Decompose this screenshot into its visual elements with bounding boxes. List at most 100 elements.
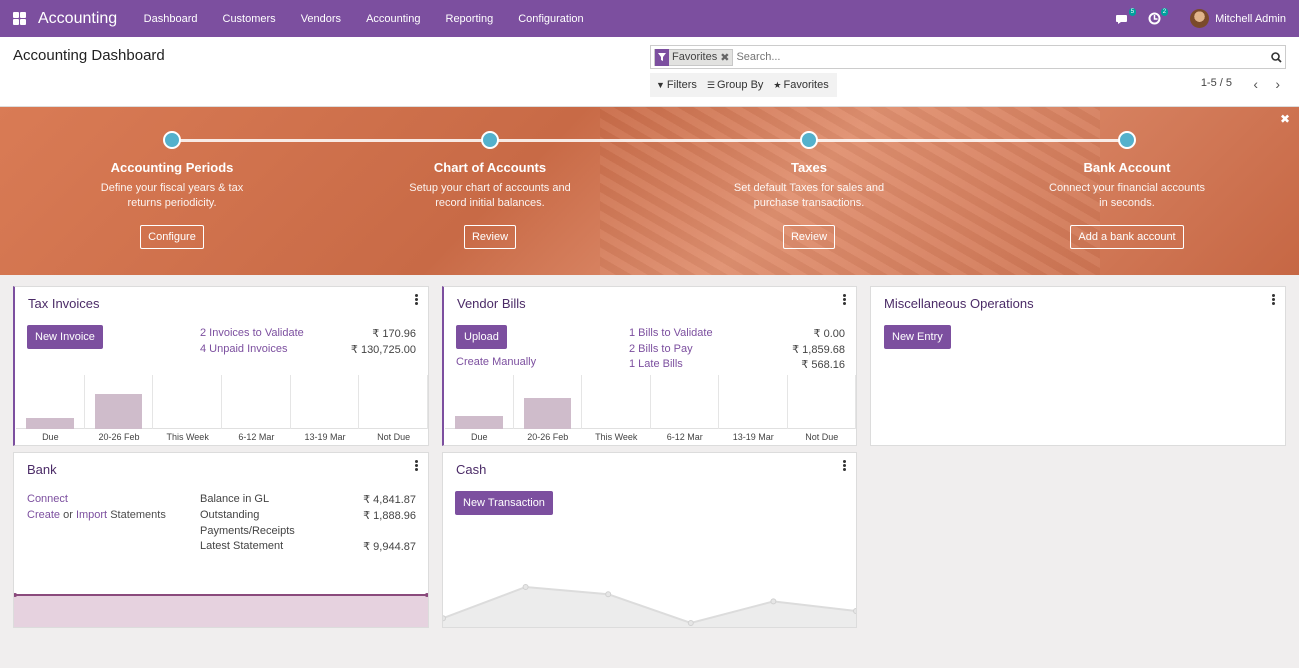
messages-icon[interactable]: 5 — [1114, 7, 1137, 27]
chart-bar[interactable] — [26, 418, 74, 429]
import-link[interactable]: Import — [76, 509, 107, 521]
kebab-menu-icon[interactable] — [415, 460, 419, 471]
menu-dashboard[interactable]: Dashboard — [144, 13, 198, 25]
favorites-button[interactable]: ★ Favorites — [773, 79, 828, 91]
chart-bar[interactable] — [455, 415, 503, 429]
user-avatar[interactable] — [1190, 9, 1210, 28]
stat-value: ₹ 130,725.00 — [350, 344, 416, 356]
control-panel: Accounting Dashboard Favorites ✖ ▼Filter… — [0, 37, 1299, 107]
groupby-button[interactable]: ☰ Group By — [707, 79, 764, 91]
stat-value: ₹ 1,888.96 — [363, 510, 416, 522]
close-icon[interactable]: ✖ — [1280, 112, 1290, 126]
kebab-menu-icon[interactable] — [843, 294, 847, 305]
onboarding-progress-line — [172, 139, 1127, 142]
star-icon: ★ — [773, 79, 782, 90]
outstanding-row: Outstanding ₹ 1,888.96 — [200, 509, 416, 522]
menu-vendors[interactable]: Vendors — [301, 13, 341, 25]
cash-point[interactable] — [522, 584, 529, 590]
latest-statement-row: Latest Statement ₹ 9,944.87 — [200, 540, 416, 553]
stat-label[interactable]: 4 Unpaid Invoices — [200, 343, 287, 356]
chart-bar[interactable] — [523, 398, 571, 429]
step-description: Setup your chart of accounts and record … — [409, 182, 571, 209]
search-facet: Favorites ✖ — [654, 48, 734, 66]
bills-bar-chart[interactable]: Due 20-26 Feb This Week 6-12 Mar 13-19 Mar No… — [445, 375, 856, 445]
review-coa-button[interactable]: Review — [463, 225, 517, 249]
stat-label: Balance in GL — [200, 493, 270, 505]
create-link[interactable]: Create — [27, 509, 60, 521]
chart-column — [85, 375, 154, 429]
search-input[interactable] — [736, 51, 1267, 63]
user-name[interactable]: Mitchell Admin — [1215, 13, 1286, 25]
step-chart-of-accounts: Chart of Accounts Setup your chart of ac… — [390, 131, 590, 249]
card-title[interactable]: Miscellaneous Operations — [884, 296, 1034, 311]
chart-tick-label: 6-12 Mar — [666, 432, 703, 442]
invoices-bar-chart[interactable]: Due 20-26 Feb This Week 6-12 Mar 13-19 Mar No… — [16, 375, 428, 445]
chart-tick-label: This Week — [595, 432, 638, 442]
step-description: Define your fiscal years & tax returns p… — [100, 182, 244, 209]
cash-line-chart[interactable] — [443, 567, 856, 627]
activities-icon[interactable]: 2 — [1146, 7, 1169, 27]
apps-menu-icon[interactable] — [13, 12, 26, 25]
favorites-label: Favorites — [783, 79, 829, 91]
bank-card: Bank Connect Create or Import Statements… — [13, 452, 429, 628]
step-taxes: Taxes Set default Taxes for sales and pu… — [709, 131, 909, 249]
cash-point[interactable] — [687, 620, 694, 626]
chart-column — [514, 375, 582, 429]
chart-column — [445, 375, 514, 429]
menu-reporting[interactable]: Reporting — [446, 13, 494, 25]
facet-remove-icon[interactable]: ✖ — [720, 51, 732, 64]
cash-point[interactable] — [605, 591, 612, 598]
cash-point[interactable] — [770, 598, 777, 605]
add-bank-account-button[interactable]: Add a bank account — [1070, 225, 1184, 249]
cash-point[interactable] — [443, 615, 446, 622]
app-name[interactable]: Accounting — [38, 10, 117, 28]
new-transaction-button[interactable]: New Transaction — [455, 491, 553, 515]
stat-label: Latest Statement — [200, 540, 284, 552]
chart-column — [153, 375, 222, 429]
new-invoice-button[interactable]: New Invoice — [27, 325, 103, 349]
search-icon[interactable] — [1267, 51, 1285, 63]
main-menu: Dashboard Customers Vendors Accounting R… — [131, 13, 596, 25]
kebab-menu-icon[interactable] — [1272, 294, 1276, 305]
card-title[interactable]: Vendor Bills — [457, 296, 526, 311]
step-dot — [163, 131, 181, 149]
step-accounting-periods: Accounting Periods Define your fiscal ye… — [72, 131, 272, 249]
payments-receipts-row: Payments/Receipts — [200, 525, 416, 537]
bank-line-chart[interactable] — [14, 591, 428, 627]
new-entry-button[interactable]: New Entry — [884, 325, 951, 349]
step-description: Connect your financial accounts in secon… — [1049, 182, 1205, 209]
step-title: Chart of Accounts — [433, 160, 547, 175]
chart-tick-label: Due — [42, 432, 59, 442]
filters-button[interactable]: ▼ Filters — [656, 79, 697, 91]
upload-button[interactable]: Upload — [456, 325, 507, 349]
stat-label[interactable]: 2 Bills to Pay — [629, 343, 693, 356]
menu-accounting[interactable]: Accounting — [366, 13, 420, 25]
chart-column — [16, 375, 85, 429]
card-title[interactable]: Bank — [27, 462, 57, 477]
step-dot — [481, 131, 499, 149]
activities-count: 2 — [1160, 7, 1169, 16]
review-taxes-button[interactable]: Review — [782, 225, 836, 249]
card-title[interactable]: Tax Invoices — [28, 296, 100, 311]
stat-label[interactable]: Outstanding — [200, 509, 259, 522]
filters-label: Filters — [666, 79, 697, 91]
chevron-left-icon[interactable]: ‹ — [1253, 77, 1258, 91]
stat-label[interactable]: 1 Late Bills — [629, 358, 683, 371]
bills-to-validate-row: 1 Bills to Validate ₹ 0.00 — [629, 327, 845, 340]
stat-label[interactable]: 1 Bills to Validate — [629, 327, 713, 340]
menu-configuration[interactable]: Configuration — [518, 13, 583, 25]
pager-value[interactable]: 1-5 / 5 — [1201, 77, 1232, 89]
create-manually-link[interactable]: Create Manually — [456, 356, 536, 368]
stat-value: ₹ 568.16 — [801, 359, 845, 371]
stat-label[interactable]: Payments/Receipts — [200, 525, 295, 537]
connect-link[interactable]: Connect — [27, 493, 68, 505]
chart-bar[interactable] — [94, 393, 143, 429]
kebab-menu-icon[interactable] — [843, 460, 847, 471]
kebab-menu-icon[interactable] — [415, 294, 419, 305]
menu-customers[interactable]: Customers — [223, 13, 276, 25]
card-title[interactable]: Cash — [456, 462, 486, 477]
cash-point[interactable] — [853, 608, 857, 614]
chevron-right-icon[interactable]: › — [1275, 77, 1280, 91]
stat-label[interactable]: 2 Invoices to Validate — [200, 327, 304, 340]
configure-button[interactable]: Configure — [140, 225, 204, 249]
